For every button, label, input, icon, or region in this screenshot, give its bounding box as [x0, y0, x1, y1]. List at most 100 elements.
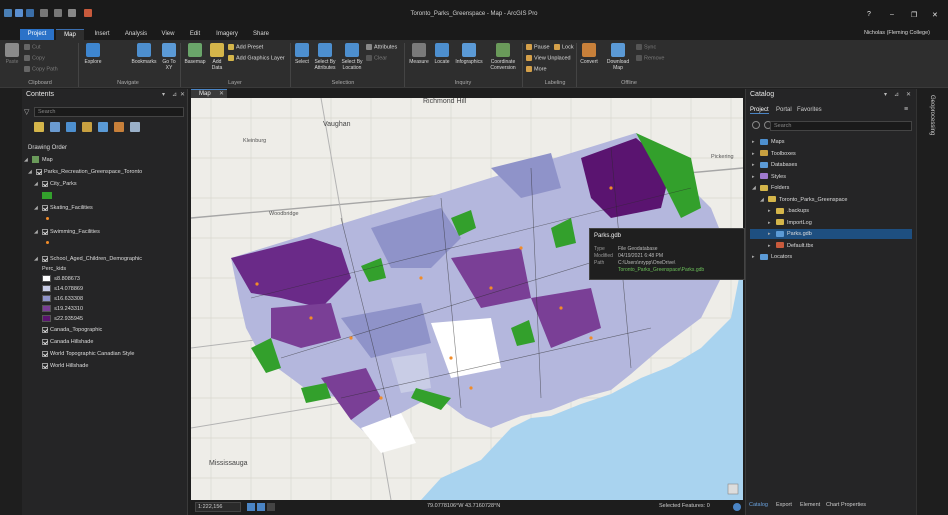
tab-imagery[interactable]: Imagery [210, 29, 244, 40]
list-by-selection-icon[interactable] [66, 122, 76, 132]
select-by-location-button[interactable]: Select By Location [339, 43, 365, 71]
collapse-icon[interactable]: ◢ [34, 204, 42, 212]
tab-view[interactable]: View [156, 29, 180, 40]
expand-icon[interactable]: ▸ [768, 241, 776, 251]
skating-symbol[interactable] [46, 217, 49, 220]
pane-options-icon[interactable]: ▾ [884, 91, 887, 98]
tab-share[interactable]: Share [248, 29, 274, 40]
clear-button[interactable]: Clear [366, 55, 387, 61]
layer-visibility-checkbox[interactable] [42, 204, 48, 211]
layer-visibility-checkbox[interactable] [42, 362, 48, 369]
copy-path-button[interactable]: Copy Path [24, 66, 58, 72]
layer-visibility-checkbox[interactable] [42, 180, 48, 187]
layer-row[interactable]: World Hillshade [34, 362, 88, 370]
contents-search-input[interactable]: Search [34, 107, 184, 117]
catalog-item[interactable]: ▸ .backups [750, 206, 912, 216]
expand-icon[interactable]: ▸ [768, 206, 776, 216]
city-parks-symbol[interactable] [42, 192, 52, 199]
legend-class[interactable]: ≤16.633308 [42, 295, 83, 303]
close-pane-icon[interactable]: ✕ [180, 91, 185, 98]
catalog-item[interactable]: ▸ Styles [750, 172, 912, 182]
tab-map[interactable]: Map [56, 29, 84, 40]
select-button[interactable]: Select [294, 43, 310, 65]
layer-visibility-checkbox[interactable] [42, 350, 48, 357]
layer-visibility-checkbox[interactable] [42, 338, 48, 345]
bottom-tab-element[interactable]: Element [800, 502, 820, 508]
pane-options-icon[interactable]: ▾ [162, 91, 165, 98]
catalog-item[interactable]: ▸ Databases [750, 160, 912, 170]
add-graphics-layer-button[interactable]: Add Graphics Layer [228, 55, 285, 61]
map-view-tab[interactable]: Map ✕ [191, 89, 227, 98]
paste-button[interactable]: Paste [2, 43, 22, 65]
geoprocessing-side-tab[interactable]: Geoprocessing [929, 95, 935, 135]
collapse-icon[interactable]: ◢ [34, 228, 42, 236]
expand-icon[interactable]: ▸ [768, 218, 776, 228]
select-by-attributes-button[interactable]: Select By Attributes [311, 43, 339, 71]
lock-labeling-button[interactable]: Lock [554, 44, 574, 50]
copy-button[interactable]: Copy [24, 55, 45, 61]
layer-row[interactable]: World Topographic Canadian Style [34, 350, 135, 358]
expand-icon[interactable]: ▸ [752, 149, 760, 159]
collapse-icon[interactable]: ◢ [24, 156, 32, 164]
layer-visibility-checkbox[interactable] [36, 168, 42, 175]
grid-toggle-icon[interactable] [257, 503, 265, 511]
pin-icon[interactable]: ⊿ [172, 91, 177, 98]
measure-button[interactable]: Measure [408, 43, 430, 65]
expand-icon[interactable]: ◢ [760, 195, 768, 205]
add-preset-button[interactable]: Add Preset [228, 44, 263, 50]
pause-labeling-button[interactable]: Pause [526, 44, 550, 50]
layer-row[interactable]: Canada_Topographic [34, 326, 102, 334]
tab-insert[interactable]: Insert [88, 29, 116, 40]
layer-visibility-checkbox[interactable] [42, 255, 48, 262]
sync-button[interactable]: Sync [636, 44, 656, 50]
expand-icon[interactable]: ▸ [768, 229, 776, 239]
layer-visibility-checkbox[interactable] [42, 228, 48, 235]
tooltip-path-link[interactable]: Toronto_Parks_Greenspace\Parks.gdb [594, 267, 704, 273]
bottom-tab-catalog[interactable]: Catalog [749, 502, 768, 508]
maximize-button[interactable]: ❐ [911, 11, 917, 19]
explore-button[interactable]: Explore [82, 43, 104, 65]
catalog-item[interactable]: ▸ Parks.gdb [750, 229, 912, 239]
catalog-item[interactable]: ◢ Toronto_Parks_Greenspace [750, 195, 912, 205]
catalog-tab-portal[interactable]: Portal [776, 107, 792, 113]
list-by-snapping-icon[interactable] [98, 122, 108, 132]
layer-visibility-checkbox[interactable] [42, 326, 48, 333]
layer-row[interactable]: Canada Hillshade [34, 338, 93, 346]
layer-row[interactable]: ◢ City_Parks [34, 180, 77, 188]
view-unplaced-button[interactable]: View Unplaced [526, 55, 571, 61]
collapse-icon[interactable]: ◢ [34, 255, 42, 263]
close-button[interactable]: ✕ [932, 11, 938, 19]
catalog-tab-project[interactable]: Project [750, 107, 769, 114]
catalog-tab-favorites[interactable]: Favorites [797, 107, 822, 113]
refresh-icon[interactable] [733, 503, 741, 511]
legend-class[interactable]: ≤8.808673 [42, 275, 80, 283]
layer-row[interactable]: ◢ Swimming_Facilities [34, 228, 100, 236]
layer-row[interactable]: ◢ Parks_Recreation_Greenspace_Toronto [28, 168, 142, 176]
attributes-button[interactable]: Attributes [366, 44, 397, 50]
map-canvas[interactable]: Richmond Hill Vaughan Pickering Kleinbur… [191, 98, 743, 500]
expand-icon[interactable]: ▸ [752, 160, 760, 170]
legend-class[interactable]: ≤14.078869 [42, 285, 83, 293]
list-by-perspective-icon[interactable] [130, 122, 140, 132]
catalog-item[interactable]: ▸ Locators [750, 252, 912, 262]
close-pane-icon[interactable]: ✕ [906, 91, 911, 98]
filter-icon[interactable]: ▽ [24, 108, 29, 116]
list-by-source-icon[interactable] [50, 122, 60, 132]
tab-project[interactable]: Project [20, 29, 54, 40]
cut-button[interactable]: Cut [24, 44, 41, 50]
layer-row[interactable]: ◢ School_Aged_Children_Demographic [34, 255, 142, 263]
list-by-editing-icon[interactable] [82, 122, 92, 132]
collapse-icon[interactable]: ◢ [34, 180, 42, 188]
swimming-symbol[interactable] [46, 241, 49, 244]
catalog-search-input[interactable]: Search [770, 121, 912, 131]
catalog-item[interactable]: ▸ Default.tbx [750, 241, 912, 251]
collapse-icon[interactable]: ◢ [28, 168, 36, 176]
basemap-button[interactable]: Basemap [182, 43, 208, 65]
list-by-labeling-icon[interactable] [114, 122, 124, 132]
convert-button[interactable]: Convert [578, 43, 600, 65]
expand-icon[interactable]: ◢ [752, 183, 760, 193]
coordinate-conversion-button[interactable]: Coordinate Conversion [486, 43, 520, 71]
catalog-item[interactable]: ◢ Folders [750, 183, 912, 193]
list-by-drawing-order-icon[interactable] [34, 122, 44, 132]
legend-class[interactable]: ≤19.243310 [42, 305, 83, 313]
